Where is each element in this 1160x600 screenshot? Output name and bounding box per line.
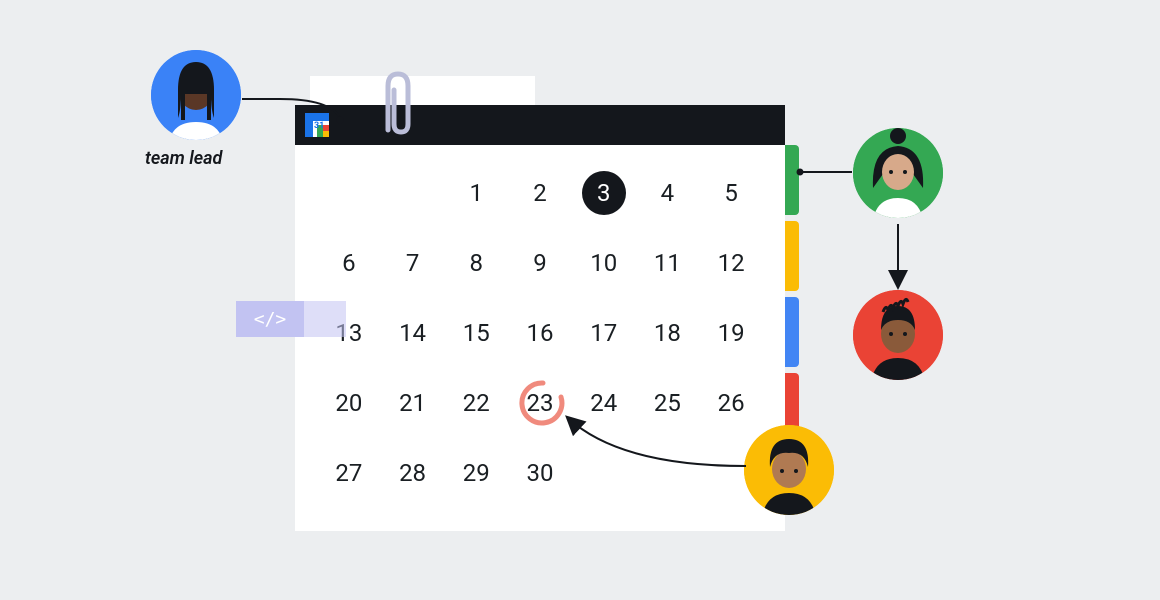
calendar-card: 31 1234567891011121314151617181920212223… bbox=[295, 105, 785, 531]
team-lead-label: team lead bbox=[145, 148, 222, 169]
calendar-day: 10 bbox=[572, 233, 636, 293]
calendar-day: 15 bbox=[444, 303, 508, 363]
tab-yellow bbox=[785, 221, 799, 291]
calendar-day: 4 bbox=[636, 163, 700, 223]
calendar-header: 31 bbox=[295, 105, 785, 145]
calendar-day: 23 bbox=[508, 373, 572, 433]
calendar-day: 21 bbox=[381, 373, 445, 433]
calendar-day: 20 bbox=[317, 373, 381, 433]
calendar-day: 30 bbox=[508, 443, 572, 503]
calendar-day: 17 bbox=[572, 303, 636, 363]
calendar-day: 12 bbox=[699, 233, 763, 293]
tab-blue bbox=[785, 297, 799, 367]
code-snippet-highlight bbox=[304, 301, 346, 337]
calendar-day: 2 bbox=[508, 163, 572, 223]
paperclip-icon bbox=[374, 68, 414, 148]
calendar-day: 9 bbox=[508, 233, 572, 293]
calendar-day: 22 bbox=[444, 373, 508, 433]
calendar-day: 11 bbox=[636, 233, 700, 293]
calendar-day: 29 bbox=[444, 443, 508, 503]
calendar-side-tabs bbox=[785, 145, 799, 449]
avatar-team-lead bbox=[151, 50, 241, 140]
calendar-icon-day: 31 bbox=[314, 121, 324, 131]
calendar-day: 8 bbox=[444, 233, 508, 293]
calendar-day: 16 bbox=[508, 303, 572, 363]
calendar-day: 19 bbox=[699, 303, 763, 363]
avatar-red bbox=[853, 290, 943, 380]
avatar-green bbox=[853, 128, 943, 218]
calendar-day: 7 bbox=[381, 233, 445, 293]
calendar-grid: 1234567891011121314151617181920212223242… bbox=[317, 163, 763, 503]
calendar-body: 1234567891011121314151617181920212223242… bbox=[295, 145, 785, 531]
calendar-day: 25 bbox=[636, 373, 700, 433]
calendar-day: 27 bbox=[317, 443, 381, 503]
calendar-day: 26 bbox=[699, 373, 763, 433]
calendar-day: 3 bbox=[572, 163, 636, 223]
calendar-day: 18 bbox=[636, 303, 700, 363]
calendar-day: 28 bbox=[381, 443, 445, 503]
code-snippet-tag: </> bbox=[236, 301, 304, 337]
tab-green bbox=[785, 145, 799, 215]
calendar-day: 14 bbox=[381, 303, 445, 363]
calendar-day: 24 bbox=[572, 373, 636, 433]
avatar-yellow bbox=[744, 425, 834, 515]
calendar-day: 5 bbox=[699, 163, 763, 223]
google-calendar-icon: 31 bbox=[305, 113, 329, 137]
calendar-day: 1 bbox=[444, 163, 508, 223]
calendar-day: 6 bbox=[317, 233, 381, 293]
